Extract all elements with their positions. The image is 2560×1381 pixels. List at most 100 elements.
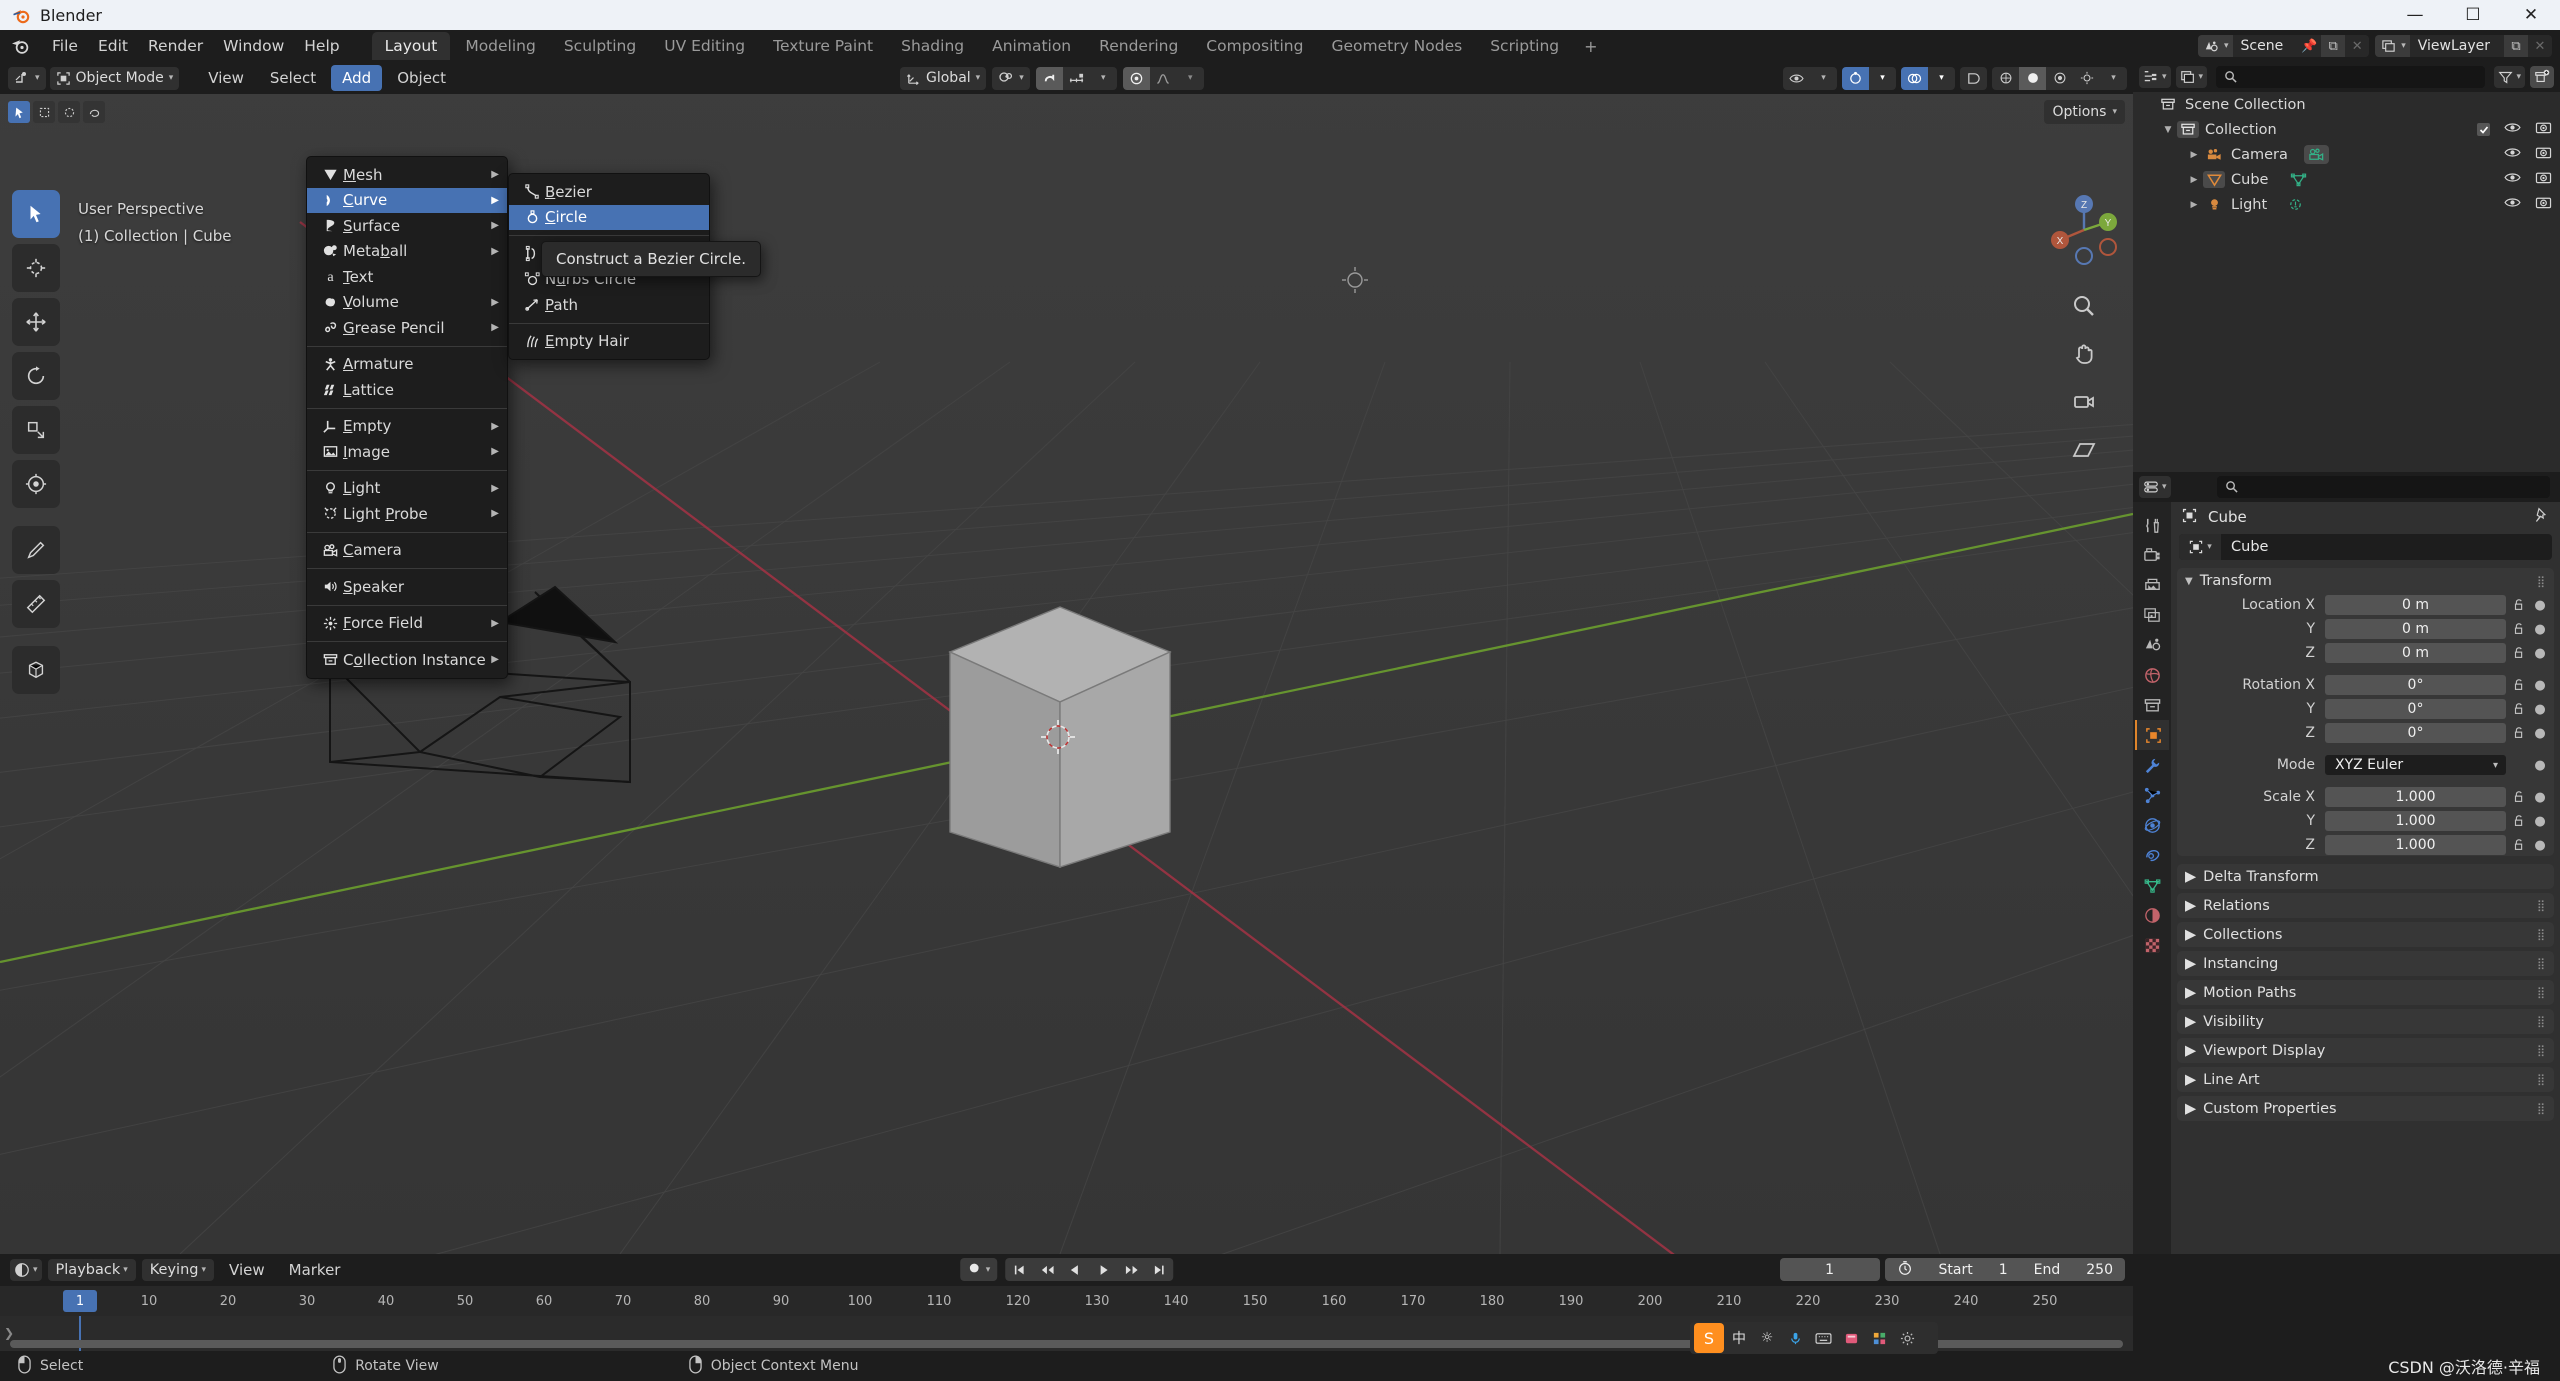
overlays-toggle-group[interactable]: ▾ bbox=[1901, 66, 1955, 90]
menu-window[interactable]: Window bbox=[213, 33, 294, 59]
add-menu-item-surface[interactable]: Surface ▶ bbox=[307, 213, 507, 239]
hide-eye-icon[interactable] bbox=[2504, 146, 2521, 163]
tool-cursor[interactable] bbox=[12, 244, 60, 292]
panel-collections[interactable]: ▶ Collections ⣿ bbox=[2177, 922, 2554, 947]
lock-icon[interactable] bbox=[2506, 726, 2532, 740]
tab-modeling[interactable]: Modeling bbox=[452, 32, 549, 60]
add-menu-item-text[interactable]: a Text bbox=[307, 264, 507, 290]
rotation-z-input[interactable]: 0° bbox=[2325, 723, 2506, 743]
lock-icon[interactable] bbox=[2506, 838, 2532, 852]
properties-search-field[interactable] bbox=[2216, 476, 2550, 498]
pivot-point-selector[interactable]: ▾ bbox=[992, 66, 1030, 90]
end-frame-value[interactable]: 250 bbox=[2086, 1262, 2113, 1278]
playhead-frame-indicator[interactable]: 1 bbox=[63, 1290, 97, 1312]
drag-dots-icon[interactable]: ⣿ bbox=[2537, 1102, 2546, 1115]
next-keyframe-button[interactable] bbox=[1117, 1258, 1145, 1281]
visibility-selector[interactable]: ▾ bbox=[1783, 66, 1837, 90]
properties-tab-particles[interactable] bbox=[2135, 780, 2169, 810]
transform-orientation-selector[interactable]: Global ▾ bbox=[900, 66, 987, 90]
add-menu-item-camera[interactable]: Camera bbox=[307, 538, 507, 564]
properties-tab-viewlayer[interactable] bbox=[2135, 600, 2169, 630]
outliner-search-input[interactable] bbox=[2243, 69, 2478, 85]
outliner-row-camera[interactable]: ▶ Camera bbox=[2133, 142, 2560, 167]
expand-triangle-icon[interactable]: ▶ bbox=[2185, 150, 2203, 160]
shading-mode-group[interactable]: ▾ bbox=[1992, 66, 2127, 90]
xray-icon[interactable] bbox=[1960, 66, 1987, 90]
tool-annotate[interactable] bbox=[12, 526, 60, 574]
frame-range-fields[interactable]: Start 1 End 250 bbox=[1884, 1258, 2125, 1281]
animate-dot-icon[interactable]: ● bbox=[2532, 702, 2548, 717]
add-menu-item-speaker[interactable]: Speaker bbox=[307, 574, 507, 600]
scale-x-input[interactable]: 1.000 bbox=[2325, 787, 2506, 807]
camera-view-icon[interactable] bbox=[2066, 384, 2102, 420]
minimize-button[interactable]: — bbox=[2386, 0, 2444, 30]
drag-dots-icon[interactable]: ⣿ bbox=[2537, 899, 2546, 912]
animate-dot-icon[interactable]: ● bbox=[2532, 598, 2548, 613]
overlays-chevron-down-icon[interactable]: ▾ bbox=[1928, 66, 1955, 90]
ime-emoji-icon[interactable] bbox=[1838, 1325, 1864, 1351]
rotation-mode-select[interactable]: XYZ Euler ▾ bbox=[2325, 755, 2506, 775]
drag-dots-icon[interactable]: ⣿ bbox=[2537, 957, 2546, 970]
lock-icon[interactable] bbox=[2506, 598, 2532, 612]
outliner-filter-button[interactable]: ▾ bbox=[2494, 66, 2525, 88]
tab-shading[interactable]: Shading bbox=[888, 32, 977, 60]
previous-keyframe-button[interactable] bbox=[1033, 1258, 1061, 1281]
auto-keyframe-button[interactable]: ▾ bbox=[959, 1258, 998, 1281]
animate-dot-icon[interactable]: ● bbox=[2532, 622, 2548, 637]
properties-search-input[interactable] bbox=[2243, 479, 2542, 495]
location-z-input[interactable]: 0 m bbox=[2325, 643, 2506, 663]
scale-z-input[interactable]: 1.000 bbox=[2325, 835, 2506, 855]
animate-dot-icon[interactable]: ● bbox=[2532, 678, 2548, 693]
drag-dots-icon[interactable]: ⣿ bbox=[2537, 1015, 2546, 1028]
tool-select-box[interactable] bbox=[12, 190, 60, 238]
tool-transform[interactable] bbox=[12, 460, 60, 508]
pan-hand-icon[interactable] bbox=[2066, 336, 2102, 372]
tab-uv-editing[interactable]: UV Editing bbox=[651, 32, 758, 60]
pin-icon[interactable]: 📌 bbox=[2297, 35, 2322, 57]
channel-expand-icon[interactable]: ❯ bbox=[4, 1326, 14, 1340]
properties-tab-output[interactable] bbox=[2135, 570, 2169, 600]
animate-dot-icon[interactable]: ● bbox=[2532, 790, 2548, 805]
hide-eye-icon[interactable] bbox=[2504, 171, 2521, 188]
mesh-data-icon[interactable] bbox=[2290, 171, 2307, 188]
ime-toolbox-icon[interactable] bbox=[1866, 1325, 1892, 1351]
add-menu-dropdown[interactable]: Mesh ▶ Curve ▶ Surface ▶ Metaball ▶ a Te… bbox=[306, 156, 508, 679]
curve-menu-item-bezier[interactable]: Bezier bbox=[509, 179, 709, 205]
close-button[interactable]: ✕ bbox=[2502, 0, 2560, 30]
rotation-y-input[interactable]: 0° bbox=[2325, 699, 2506, 719]
perspective-toggle-icon[interactable] bbox=[2066, 432, 2102, 468]
tab-rendering[interactable]: Rendering bbox=[1086, 32, 1191, 60]
falloff-chevron-down-icon[interactable]: ▾ bbox=[1176, 66, 1204, 90]
add-menu-item-light-probe[interactable]: Light Probe ▶ bbox=[307, 501, 507, 527]
outliner-row-light[interactable]: ▶ Light bbox=[2133, 192, 2560, 217]
gizmo-icon[interactable] bbox=[1842, 66, 1869, 90]
tab-texture-paint[interactable]: Texture Paint bbox=[760, 32, 886, 60]
panel-visibility[interactable]: ▶ Visibility ⣿ bbox=[2177, 1009, 2554, 1034]
properties-tab-tool[interactable] bbox=[2135, 510, 2169, 540]
disable-render-camera-icon[interactable] bbox=[2535, 120, 2552, 139]
outliner-row-scene-collection[interactable]: Scene Collection bbox=[2133, 92, 2560, 117]
zoom-icon[interactable] bbox=[2066, 288, 2102, 324]
editor-type-button[interactable]: ▾ bbox=[8, 66, 46, 90]
properties-tab-texture[interactable] bbox=[2135, 930, 2169, 960]
ime-mode-button[interactable]: ☼ bbox=[1754, 1325, 1780, 1351]
solid-shading-icon[interactable] bbox=[2019, 66, 2046, 90]
drag-dots-icon[interactable]: ⣿ bbox=[2537, 928, 2546, 941]
menu-help[interactable]: Help bbox=[294, 33, 349, 59]
playback-menu-button[interactable]: Playback ▾ bbox=[47, 1259, 136, 1281]
tab-compositing[interactable]: Compositing bbox=[1193, 32, 1316, 60]
tool-scale[interactable] bbox=[12, 406, 60, 454]
panel-delta-transform[interactable]: ▶ Delta Transform bbox=[2177, 864, 2554, 889]
expand-triangle-icon[interactable]: ▼ bbox=[2159, 125, 2177, 135]
snap-magnet-icon[interactable] bbox=[1035, 66, 1063, 90]
wireframe-shading-icon[interactable] bbox=[1992, 66, 2019, 90]
add-menu-item-volume[interactable]: Volume ▶ bbox=[307, 290, 507, 316]
viewport-menu-select[interactable]: Select bbox=[259, 65, 327, 91]
remove-scene-button[interactable]: ✕ bbox=[2345, 35, 2370, 57]
disable-render-camera-icon[interactable] bbox=[2535, 170, 2552, 189]
timeline-menu-view[interactable]: View bbox=[220, 1257, 274, 1283]
add-menu-item-image[interactable]: Image ▶ bbox=[307, 439, 507, 465]
add-menu-item-grease-pencil[interactable]: Grease Pencil ▶ bbox=[307, 315, 507, 341]
properties-tab-object-data[interactable] bbox=[2135, 870, 2169, 900]
tweak-tool-icon[interactable] bbox=[8, 101, 30, 123]
